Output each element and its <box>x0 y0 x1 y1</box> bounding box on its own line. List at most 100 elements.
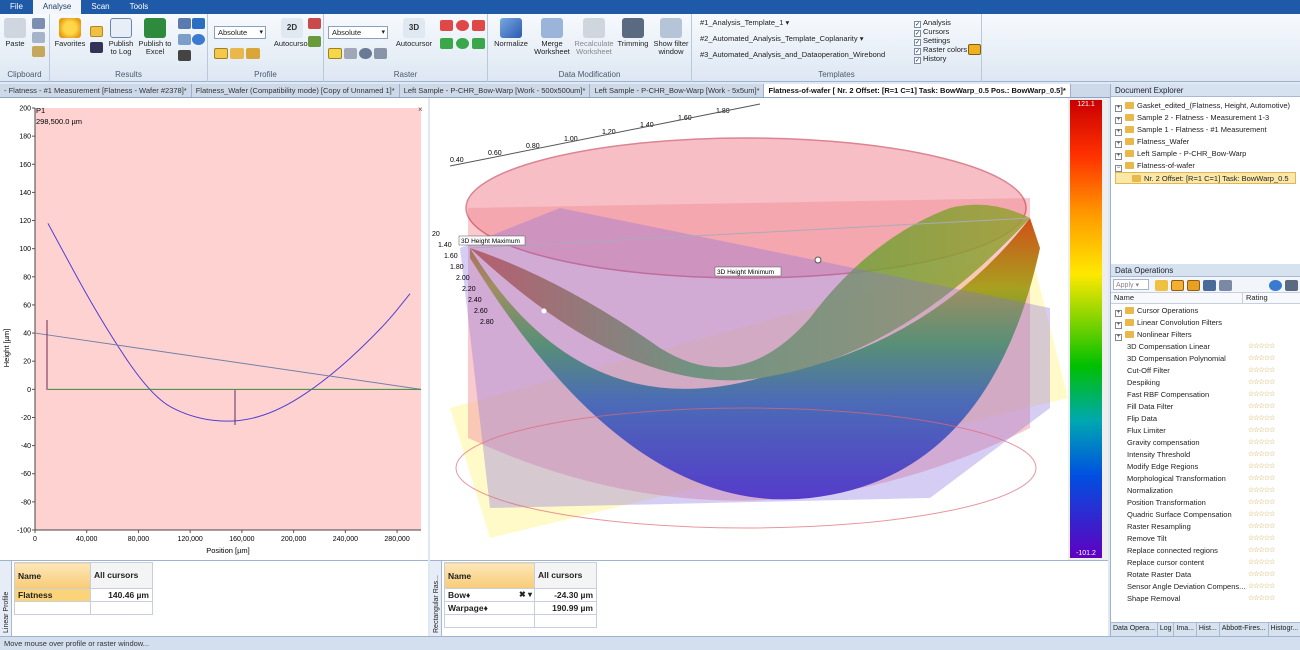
profile-tool-1-icon[interactable] <box>214 48 228 59</box>
list-view-icon[interactable] <box>1187 280 1200 291</box>
raster-mode-select[interactable]: Absolute <box>328 26 388 39</box>
rating-stars-icon[interactable]: ☆☆☆☆☆ <box>1248 521 1275 533</box>
ops-item[interactable]: Cut-Off Filter ☆☆☆☆☆ <box>1115 365 1296 377</box>
profile-chart-pane[interactable]: P1 298,500.0 µm × 200 180 160 140 120 100 80 60… <box>0 98 428 560</box>
tree-item[interactable]: + Sample 2 - Flatness - Measurement 1-3 <box>1115 112 1296 124</box>
ops-item[interactable]: Position Transformation ☆☆☆☆☆ <box>1115 497 1296 509</box>
menu-tools[interactable]: Tools <box>120 0 159 14</box>
bottom-tab[interactable]: Histogr... <box>1269 623 1300 636</box>
ops-item[interactable]: Quadric Surface Compensation ☆☆☆☆☆ <box>1115 509 1296 521</box>
recalculate-worksheet-button[interactable]: Recalculate Worksheet <box>572 18 616 56</box>
cursor-handle-2[interactable] <box>541 308 547 314</box>
settings-icon[interactable] <box>1203 280 1216 291</box>
rating-stars-icon[interactable]: ☆☆☆☆☆ <box>1248 437 1275 449</box>
circle-green-icon[interactable] <box>456 38 469 49</box>
poly-red-icon[interactable] <box>472 20 485 31</box>
rating-stars-icon[interactable]: ☆☆☆☆☆ <box>1248 581 1275 593</box>
rating-stars-icon[interactable]: ☆☆☆☆☆ <box>1248 353 1275 365</box>
3d-view-pane[interactable]: 3D Height Maximum 3D Height Minimum 0.40… <box>430 98 1068 560</box>
ops-item[interactable]: Modify Edge Regions ☆☆☆☆☆ <box>1115 461 1296 473</box>
rating-stars-icon[interactable]: ☆☆☆☆☆ <box>1248 413 1275 425</box>
rating-stars-icon[interactable]: ☆☆☆☆☆ <box>1248 461 1275 473</box>
expand-icon[interactable]: + <box>1115 117 1122 124</box>
pan-icon[interactable] <box>344 48 357 59</box>
tab-left-sample-5[interactable]: Left Sample - P-CHR_Bow-Warp [Work - 5x5… <box>590 84 765 97</box>
ops-folder[interactable]: + Cursor Operations <box>1115 305 1296 317</box>
menu-scan[interactable]: Scan <box>81 0 119 14</box>
palette-icon[interactable] <box>90 42 103 53</box>
ops-item[interactable]: Replace connected regions ☆☆☆☆☆ <box>1115 545 1296 557</box>
profile-tool-3-icon[interactable] <box>246 48 260 59</box>
publish-excel-button[interactable]: Publish to Excel <box>138 18 172 56</box>
zoom-icon[interactable] <box>359 48 372 59</box>
tree-item-selected[interactable]: Nr. 2 Offset: [R=1 C=1] Task: BowWarp_0.… <box>1115 172 1296 184</box>
ops-item[interactable]: Morphological Transformation ☆☆☆☆☆ <box>1115 473 1296 485</box>
ops-item[interactable]: 3D Compensation Linear ☆☆☆☆☆ <box>1115 341 1296 353</box>
rating-stars-icon[interactable]: ☆☆☆☆☆ <box>1248 401 1275 413</box>
rating-stars-icon[interactable]: ☆☆☆☆☆ <box>1248 473 1275 485</box>
ops-item[interactable]: Normalization ☆☆☆☆☆ <box>1115 485 1296 497</box>
expand-icon[interactable]: + <box>1115 141 1122 148</box>
apply-button[interactable]: Apply ▾ <box>1113 279 1149 290</box>
merge-worksheet-button[interactable]: Merge Worksheet <box>532 18 572 56</box>
rect-red-icon[interactable] <box>440 20 453 31</box>
profile-extra-2-icon[interactable] <box>308 36 321 47</box>
tree-item[interactable]: + Flatness_Wafer <box>1115 136 1296 148</box>
expand-icon[interactable]: + <box>1115 153 1122 160</box>
ops-folder[interactable]: + Linear Convolution Filters <box>1115 317 1296 329</box>
rating-stars-icon[interactable]: ☆☆☆☆☆ <box>1248 341 1275 353</box>
tree-item[interactable]: + Gasket_edited_(Flatness, Height, Automo… <box>1115 100 1296 112</box>
rect-green-icon[interactable] <box>440 38 453 49</box>
grid-icon[interactable] <box>90 26 103 37</box>
paste-button[interactable]: Paste <box>4 18 26 48</box>
template-1[interactable]: #1_Analysis_Template_1 ▾ <box>700 18 789 28</box>
table-row[interactable]: Bow♦ ✖ ▾ -24.30 µm <box>444 588 597 602</box>
menu-file[interactable]: File <box>0 0 33 14</box>
col-rating-header[interactable]: Rating <box>1243 293 1268 303</box>
rating-stars-icon[interactable]: ☆☆☆☆☆ <box>1248 449 1275 461</box>
tab-left-sample-500[interactable]: Left Sample - P-CHR_Bow-Warp [Work - 500… <box>400 84 591 97</box>
menu-analyse[interactable]: Analyse <box>32 0 82 14</box>
trimming-button[interactable]: Trimming <box>616 18 650 48</box>
template-2[interactable]: #2_Automated_Analysis_Template_Coplanari… <box>700 34 863 44</box>
rating-stars-icon[interactable]: ☆☆☆☆☆ <box>1248 497 1275 509</box>
rating-stars-icon[interactable]: ☆☆☆☆☆ <box>1248 569 1275 581</box>
profile-extra-1-icon[interactable] <box>308 18 321 29</box>
ops-item[interactable]: 3D Compensation Polynomial ☆☆☆☆☆ <box>1115 353 1296 365</box>
chart-tool-icon[interactable] <box>192 18 205 29</box>
3d-surface-view[interactable]: 3D Height Maximum 3D Height Minimum 0.40… <box>430 98 1068 560</box>
profile-chart[interactable]: P1 298,500.0 µm × 2001801601401201008060… <box>0 98 428 560</box>
profile-tool-2-icon[interactable] <box>230 48 244 59</box>
show-filter-window-button[interactable]: Show filter window <box>652 18 690 56</box>
linear-profile-tab[interactable]: Linear Profile <box>0 561 12 637</box>
tree-item[interactable]: + Sample 1 - Flatness - #1 Measurement <box>1115 124 1296 136</box>
cut-icon[interactable] <box>32 18 45 29</box>
col-name-header[interactable]: Name <box>1111 293 1243 303</box>
refresh-icon[interactable] <box>1269 280 1282 291</box>
table-row[interactable]: Flatness 140.46 µm <box>14 588 153 602</box>
rating-stars-icon[interactable]: ☆☆☆☆☆ <box>1248 365 1275 377</box>
tree-item[interactable]: + Left Sample - P-CHR_Bow-Warp <box>1115 148 1296 160</box>
rating-stars-icon[interactable]: ☆☆☆☆☆ <box>1248 377 1275 389</box>
cursor-handle[interactable] <box>814 256 822 264</box>
tab-flatness-wafer[interactable]: Flatness_Wafer (Compatibility mode) [Cop… <box>192 84 400 97</box>
profile-mode-select[interactable]: Absolute <box>214 26 266 39</box>
bottom-tab[interactable]: Abbott-Fires... <box>1220 623 1269 636</box>
bottom-tab[interactable]: Data Opera... <box>1111 623 1158 636</box>
ops-item[interactable]: Fill Data Filter ☆☆☆☆☆ <box>1115 401 1296 413</box>
ops-item[interactable]: Flip Data ☆☆☆☆☆ <box>1115 413 1296 425</box>
ops-item[interactable]: Fast RBF Compensation ☆☆☆☆☆ <box>1115 389 1296 401</box>
expand-icon[interactable]: + <box>1115 105 1122 112</box>
tree-item[interactable]: − Flatness-of-wafer <box>1115 160 1296 172</box>
favorites-button[interactable]: Favorites <box>54 18 86 48</box>
ops-item[interactable]: Rotate Raster Data ☆☆☆☆☆ <box>1115 569 1296 581</box>
pointer-icon[interactable] <box>328 48 342 59</box>
ops-item[interactable]: Gravity compensation ☆☆☆☆☆ <box>1115 437 1296 449</box>
bottom-tab[interactable]: Log <box>1158 623 1175 636</box>
template-3[interactable]: #3_Automated_Analysis_and_Dataoperation_… <box>700 50 885 60</box>
copy-icon[interactable] <box>32 32 45 43</box>
ops-item[interactable]: Intensity Threshold ☆☆☆☆☆ <box>1115 449 1296 461</box>
ops-item[interactable]: Replace cursor content ☆☆☆☆☆ <box>1115 557 1296 569</box>
circle-red-icon[interactable] <box>456 20 469 31</box>
rating-stars-icon[interactable]: ☆☆☆☆☆ <box>1248 557 1275 569</box>
